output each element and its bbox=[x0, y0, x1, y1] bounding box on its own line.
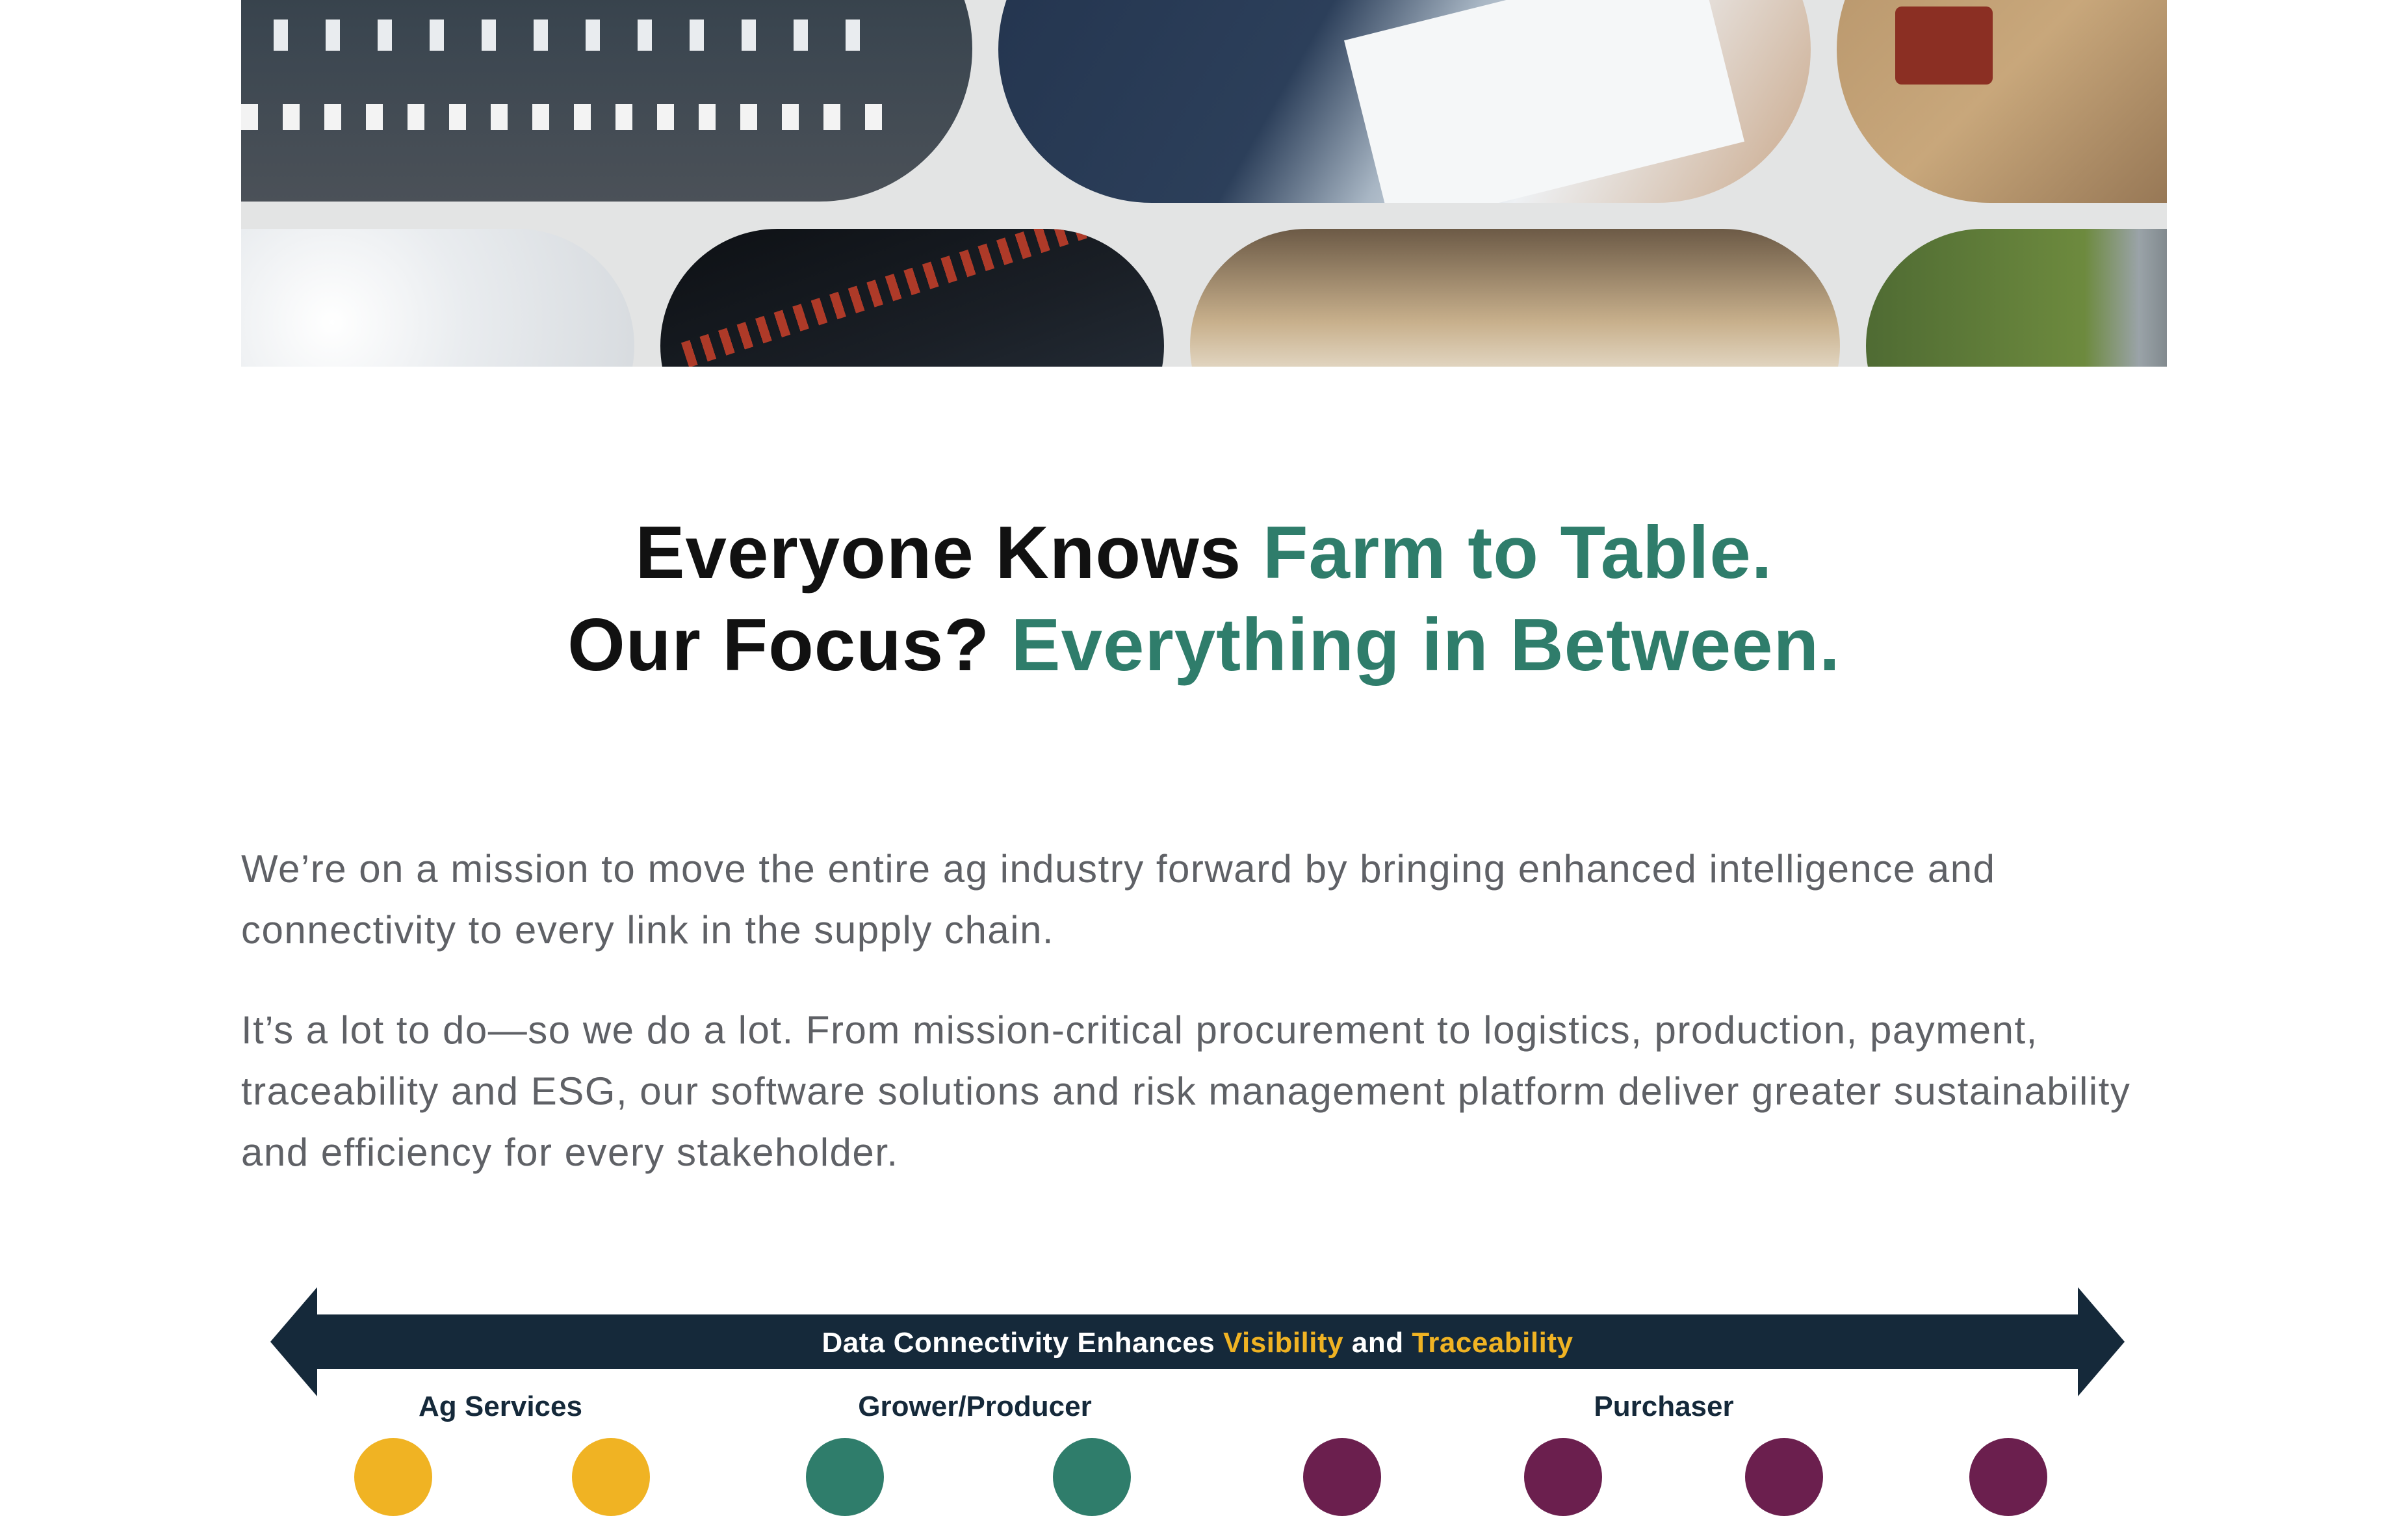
stage-label-purchaser: Purchaser bbox=[1594, 1391, 1734, 1422]
ag-services-icon-1 bbox=[354, 1438, 432, 1516]
photo-stock-ticker bbox=[660, 229, 1164, 367]
photo-flour-sacks bbox=[1190, 229, 1840, 367]
headline-line-2: Our Focus? Everything in Between. bbox=[0, 599, 2408, 692]
ag-services-icon-2 bbox=[572, 1438, 650, 1516]
photo-farm-machinery-field bbox=[1837, 0, 2167, 203]
photo-foam-texture bbox=[241, 229, 634, 367]
stage-label-grower-producer: Grower/Producer bbox=[858, 1391, 1092, 1422]
hero-photo-collage bbox=[241, 0, 2167, 367]
banner-text-lead: Data Connectivity Enhances bbox=[822, 1327, 1215, 1359]
page-headline: Everyone Knows Farm to Table. Our Focus?… bbox=[0, 507, 2408, 692]
photo-person-reviewing-charts bbox=[998, 0, 1811, 203]
purchaser-icon-2 bbox=[1524, 1438, 1602, 1516]
intro-paragraph-mission: We’re on a mission to move the entire ag… bbox=[241, 847, 1996, 952]
grower-icon-1 bbox=[806, 1438, 884, 1516]
banner-highlight-visibility: Visibility bbox=[1223, 1327, 1344, 1359]
banner-highlight-traceability: Traceability bbox=[1412, 1327, 1573, 1359]
purchaser-icon-1 bbox=[1303, 1438, 1381, 1516]
headline-accent-text: Farm to Table. bbox=[1262, 512, 1773, 594]
intro-paragraph-solutions: It’s a lot to do—so we do a lot. From mi… bbox=[241, 1008, 2131, 1174]
page: Everyone Knows Farm to Table. Our Focus?… bbox=[0, 0, 2408, 1516]
purchaser-icon-4 bbox=[1969, 1438, 2047, 1516]
headline-dark-text: Our Focus? bbox=[567, 604, 990, 686]
banner-text-and: and bbox=[1351, 1327, 1404, 1359]
purchaser-icon-3 bbox=[1745, 1438, 1823, 1516]
headline-dark-text: Everyone Knows bbox=[635, 512, 1242, 594]
data-connectivity-banner: Data Connectivity Enhances Visibility an… bbox=[270, 1287, 2125, 1396]
stage-label-ag-services: Ag Services bbox=[419, 1391, 582, 1422]
photo-truck-parking-lot bbox=[241, 0, 972, 202]
grower-icon-2 bbox=[1053, 1438, 1131, 1516]
photo-aerial-fields-road bbox=[1866, 229, 2167, 367]
headline-line-1: Everyone Knows Farm to Table. bbox=[0, 507, 2408, 599]
headline-accent-text: Everything in Between. bbox=[1011, 604, 1841, 686]
banner-text: Data Connectivity Enhances Visibility an… bbox=[270, 1324, 2125, 1363]
